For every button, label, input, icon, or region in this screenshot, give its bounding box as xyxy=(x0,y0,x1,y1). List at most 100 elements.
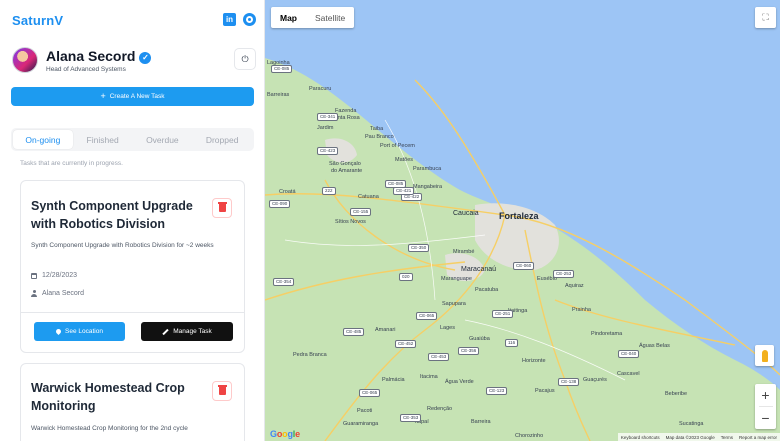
task-card: Synth Component Upgrade with Robotics Di… xyxy=(20,180,245,353)
linkedin-icon[interactable]: in xyxy=(223,13,236,26)
map-label: Horizonte xyxy=(522,358,546,364)
map-label: Mirambé xyxy=(453,249,475,255)
tab-on-going[interactable]: On-going xyxy=(13,130,73,149)
power-button[interactable]: ⏻ xyxy=(234,48,256,70)
map-label: Pacatuba xyxy=(475,287,499,293)
map-label: Prainha xyxy=(572,307,591,313)
map-label: Beberibe xyxy=(665,391,688,397)
map-type-map[interactable]: Map xyxy=(271,7,306,28)
map-label: Paracuru xyxy=(309,86,332,92)
map-label: Sapupara xyxy=(442,301,466,307)
road-shield: CE-350 xyxy=(408,244,430,252)
user-role: Head of Advanced Systems xyxy=(46,66,126,73)
task-date: 12/28/2023 xyxy=(31,272,77,279)
fullscreen-icon[interactable]: ⛶ xyxy=(755,7,776,28)
road-shield: 020 xyxy=(399,273,413,281)
task-title: Warwick Homestead Crop Monitoring xyxy=(31,381,185,413)
tab-overdue[interactable]: Overdue xyxy=(133,130,193,149)
map-label: Mangabeira xyxy=(413,184,443,190)
map-label: Maracanaú xyxy=(461,266,497,273)
create-task-label: Create A New Task xyxy=(109,93,165,100)
tab-finished[interactable]: Finished xyxy=(73,130,133,149)
zoom-in-button[interactable]: + xyxy=(755,384,776,406)
brand-logo[interactable]: SaturnV xyxy=(12,13,63,28)
road-shield: CE-485 xyxy=(343,328,365,336)
road-shield: CE-251 xyxy=(492,310,514,318)
map-label: Caucaia xyxy=(453,210,479,217)
map-label: Chorozinho xyxy=(515,433,544,439)
map-label: São Gonçalo xyxy=(329,161,361,167)
map-label: Águas Belas xyxy=(639,343,670,349)
task-description: Synth Component Upgrade with Robotics Di… xyxy=(31,242,214,249)
map-label: Pau Branco xyxy=(365,134,394,140)
map-label: Guaiúba xyxy=(469,336,490,342)
map-label: Maranguape xyxy=(441,276,472,282)
user-icon xyxy=(31,290,37,297)
road-shield: CE-253 xyxy=(553,270,575,278)
road-shield: CE-356 xyxy=(458,347,480,355)
road-shield: CE-354 xyxy=(273,278,295,286)
map-type-control: Map Satellite xyxy=(271,7,355,28)
road-shield: CE-085 xyxy=(271,65,293,73)
map-label: Fortaleza xyxy=(499,211,539,221)
pencil-icon xyxy=(162,328,169,335)
map-label: Barreira xyxy=(471,419,491,425)
map-label: Port of Pecem xyxy=(380,143,415,149)
create-task-button[interactable]: + Create A New Task xyxy=(11,87,254,106)
trash-icon xyxy=(217,385,227,395)
road-shield: CE-090 xyxy=(269,200,291,208)
map-label: Sítios Novos xyxy=(335,219,366,225)
road-shield: CE-353 xyxy=(400,414,422,422)
map-type-satellite[interactable]: Satellite xyxy=(306,7,354,28)
road-shield: CE-421 xyxy=(393,187,415,195)
avatar xyxy=(12,47,38,73)
road-shield: CE-155 xyxy=(350,208,372,216)
map-label: Pedra Branca xyxy=(293,352,327,358)
manage-task-label: Manage Task xyxy=(173,328,212,335)
report-error-link[interactable]: Report a map error xyxy=(739,435,777,440)
map-data-credit: Map data ©2023 Google xyxy=(665,434,715,440)
trash-icon xyxy=(217,202,227,212)
road-shield: 116 xyxy=(505,339,519,347)
map-attribution: Keyboard shortcuts Map data ©2023 Google… xyxy=(617,433,780,441)
map-label: Jardim xyxy=(317,125,334,131)
delete-task-button[interactable] xyxy=(212,198,232,218)
zoom-out-button[interactable]: − xyxy=(755,407,776,429)
map-label: Catuana xyxy=(358,194,379,200)
map-label: Pacoti xyxy=(357,408,373,414)
map-label: Redenção xyxy=(427,406,453,412)
google-logo: Google xyxy=(270,429,300,439)
github-icon[interactable] xyxy=(243,13,256,26)
map-label: do Amarante xyxy=(331,168,363,174)
divider xyxy=(21,312,244,313)
brand-row: SaturnV in xyxy=(12,12,256,30)
map-label: Cascavel xyxy=(617,371,640,377)
tab-description: Tasks that are currently in progress. xyxy=(20,160,123,167)
tab-dropped[interactable]: Dropped xyxy=(192,130,252,149)
keyboard-shortcuts-link[interactable]: Keyboard shortcuts xyxy=(621,435,660,440)
map-label: Itacima xyxy=(420,374,438,380)
zoom-control: + − xyxy=(755,384,776,429)
task-description: Warwick Homestead Crop Monitoring for th… xyxy=(31,425,188,432)
map-label: Sucatinga xyxy=(679,421,704,427)
task-assignee: Alana Secord xyxy=(31,290,84,297)
terms-link[interactable]: Terms xyxy=(721,435,733,440)
delete-task-button[interactable] xyxy=(212,381,232,401)
task-tabs: On-going Finished Overdue Dropped xyxy=(11,128,254,151)
manage-task-button[interactable]: Manage Task xyxy=(141,322,233,341)
road-shield: CE-065 xyxy=(416,312,438,320)
map-label: Pacajus xyxy=(535,388,555,394)
road-shield: CE-060 xyxy=(513,262,535,270)
see-location-button[interactable]: See Location xyxy=(34,322,125,341)
road-shield: CE-138 xyxy=(558,378,580,386)
road-shield: CE-423 xyxy=(317,147,339,155)
street-view-pegman-icon[interactable] xyxy=(755,345,774,366)
map-label: Água Verde xyxy=(445,379,474,385)
see-location-label: See Location xyxy=(65,328,103,335)
map-label: Aquiraz xyxy=(565,283,584,289)
map-view[interactable]: Map Satellite ⛶ + − Lagoinha Paracuru Ba… xyxy=(265,0,780,441)
plus-icon: + xyxy=(100,91,106,101)
map-label: Taiba xyxy=(370,126,384,132)
road-shield: 222 xyxy=(322,187,336,195)
map-label: Amanari xyxy=(375,327,396,333)
